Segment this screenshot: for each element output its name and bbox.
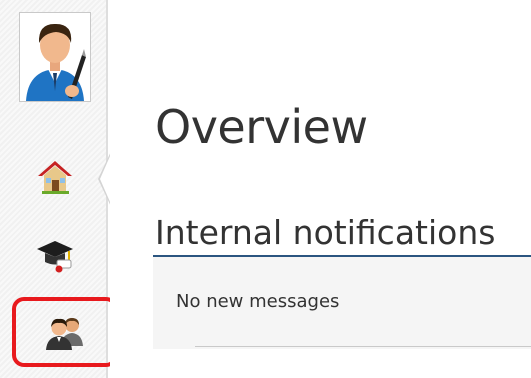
page-title: Overview [155,100,368,154]
panel-divider [195,346,531,347]
avatar[interactable] [19,12,91,102]
sidebar-item-training[interactable] [22,224,88,286]
graduation-cap-icon [37,241,73,273]
people-icon [46,318,83,350]
sidebar [0,0,118,378]
home-icon [38,161,72,194]
empty-message: No new messages [176,291,340,312]
user-with-pen-icon [26,23,86,101]
section-title: Internal notifications [155,213,496,252]
sidebar-item-home[interactable] [22,146,88,208]
main-content: Overview Internal notifications No new m… [110,0,531,378]
sidebar-item-people[interactable] [12,297,118,367]
notifications-panel: No new messages [153,257,531,349]
page: Overview Internal notifications No new m… [0,0,531,378]
